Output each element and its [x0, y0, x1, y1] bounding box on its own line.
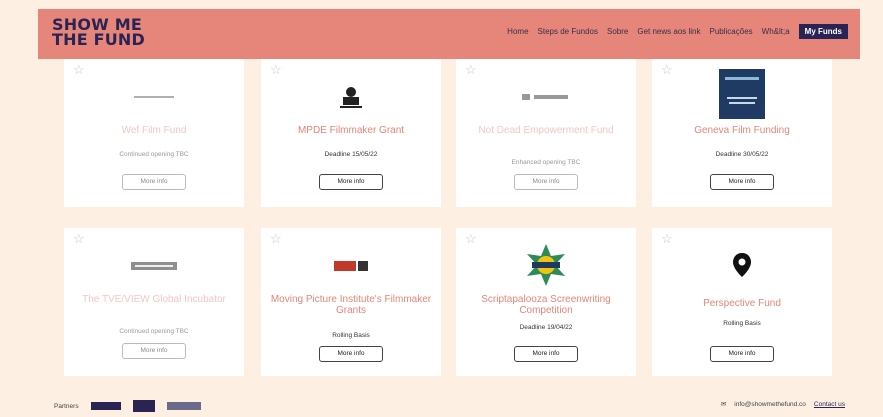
fund-logo	[261, 246, 441, 286]
fund-card: ☆ Wef Film Fund Continued opening TBC Mo…	[64, 59, 244, 207]
star-icon[interactable]: ☆	[270, 231, 282, 247]
fund-logo	[64, 77, 244, 117]
star-icon[interactable]: ☆	[465, 62, 477, 78]
fund-card: ☆ Moving Picture Institute's Filmmaker G…	[261, 228, 441, 376]
fund-title[interactable]: The TVE/VIEW Global Incubator	[72, 294, 236, 305]
more-info-button[interactable]: More info	[514, 174, 578, 190]
fund-logo	[652, 67, 832, 121]
nav-home[interactable]: Home	[507, 27, 528, 36]
star-icon[interactable]: ☆	[661, 231, 673, 247]
partner-logo[interactable]	[132, 400, 155, 412]
fund-deadline: Continued opening TBC	[119, 151, 189, 158]
star-icon[interactable]: ☆	[73, 231, 85, 247]
header-bar: SHOW ME THE FUND Home Steps de Fundos So…	[38, 9, 860, 59]
footer-partners: Partners	[54, 400, 201, 412]
fund-title[interactable]: MPDE Filmmaker Grant	[269, 125, 433, 136]
more-info-button[interactable]: More info	[710, 346, 774, 362]
fund-deadline: Deadline 19/04/22	[519, 324, 573, 331]
fund-title[interactable]: Perspective Fund	[660, 298, 824, 309]
more-info-button[interactable]: More info	[319, 346, 383, 362]
mail-icon: ✉	[720, 401, 727, 408]
nav-extra[interactable]: Wh&lt;a	[762, 27, 790, 36]
fund-title[interactable]: Geneva Film Funding	[660, 125, 824, 136]
nav-news[interactable]: Get news aos link	[637, 27, 700, 36]
footer-email[interactable]: info@showmethefund.co	[734, 401, 806, 408]
fund-deadline: Rolling Basis	[723, 320, 761, 327]
more-info-button[interactable]: More info	[514, 346, 578, 362]
logo-line-2: THE FUND	[52, 30, 145, 49]
footer-contact: ✉ info@showmethefund.co Contact us	[720, 400, 845, 409]
nav-steps[interactable]: Steps de Fundos	[538, 27, 598, 36]
fund-card: ☆ MPDE Filmmaker Grant Deadline 15/05/22…	[261, 59, 441, 207]
star-icon[interactable]: ☆	[73, 62, 85, 78]
fund-deadline: Deadline 15/05/22	[324, 151, 378, 158]
fund-deadline: Deadline 30/05/22	[715, 151, 769, 158]
nav-about[interactable]: Sobre	[607, 27, 628, 36]
star-icon[interactable]: ☆	[270, 62, 282, 78]
fund-logo	[261, 77, 441, 117]
fund-card: ☆ Not Dead Empowerment Fund Enhanced ope…	[456, 59, 636, 207]
contact-us-link[interactable]: Contact us	[814, 401, 845, 408]
fund-card: ☆ Scriptapalooza Screenwriting Competiti…	[456, 228, 636, 376]
fund-logo	[652, 246, 832, 286]
fund-logo	[64, 246, 244, 286]
fund-title[interactable]: Wef Film Fund	[72, 125, 236, 136]
fund-title[interactable]: Scriptapalooza Screenwriting Competition	[464, 294, 628, 316]
fund-title[interactable]: Moving Picture Institute's Filmmaker Gra…	[269, 294, 433, 316]
nav-publications[interactable]: Publicações	[710, 27, 753, 36]
footer-partners-label: Partners	[54, 402, 79, 410]
fund-deadline: Continued opening TBC	[119, 328, 189, 335]
fund-deadline: Rolling Basis	[332, 332, 370, 339]
partner-logo[interactable]	[166, 402, 201, 410]
site-logo[interactable]: SHOW ME THE FUND	[52, 17, 145, 49]
more-info-button[interactable]: More info	[122, 174, 186, 190]
main-nav: Home Steps de Fundos Sobre Get news aos …	[507, 24, 848, 39]
footer: Partners ✉ info@showmethefund.co Contact…	[0, 392, 883, 417]
fund-title[interactable]: Not Dead Empowerment Fund	[464, 125, 628, 136]
partner-logo[interactable]	[90, 402, 121, 410]
more-info-button[interactable]: More info	[122, 343, 186, 359]
fund-card: ☆ Perspective Fund Rolling Basis More in…	[652, 228, 832, 376]
fund-card: ☆ The TVE/VIEW Global Incubator Continue…	[64, 228, 244, 376]
fund-logo	[456, 242, 636, 288]
more-info-button[interactable]: More info	[710, 174, 774, 190]
fund-logo	[456, 77, 636, 117]
nav-my-funds[interactable]: My Funds	[798, 24, 848, 39]
fund-card: ☆ Geneva Film Funding Deadline 30/05/22 …	[652, 59, 832, 207]
more-info-button[interactable]: More info	[319, 174, 383, 190]
fund-deadline: Enhanced opening TBC	[511, 159, 581, 166]
